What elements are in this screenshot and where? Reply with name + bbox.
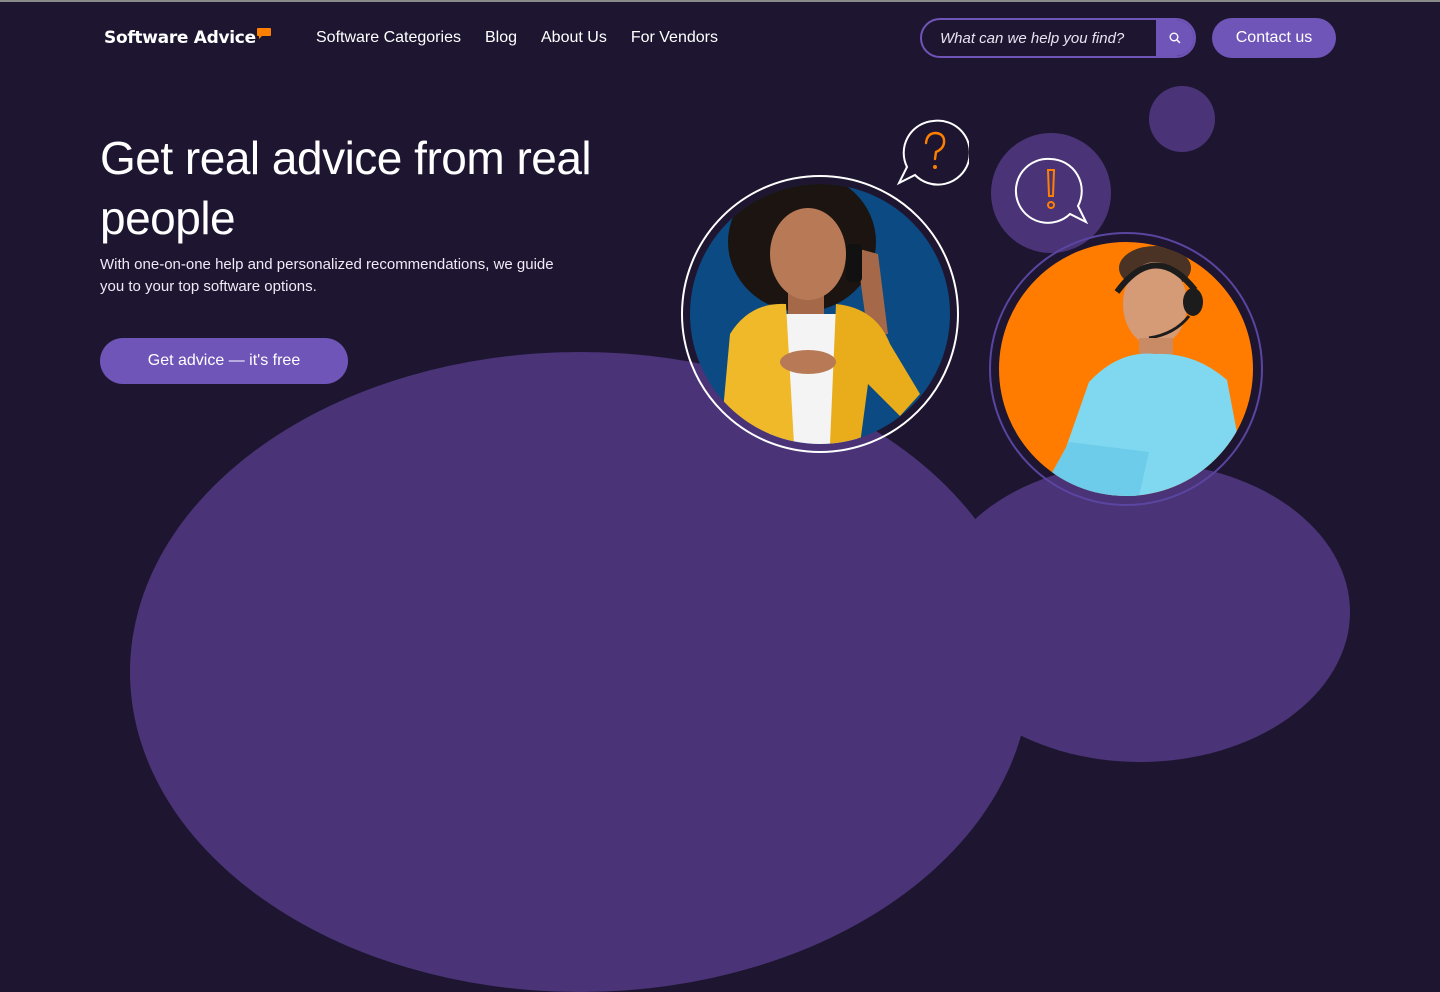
get-advice-button[interactable]: Get advice — it's free — [100, 338, 348, 384]
hero-title: Get real advice from real people — [100, 132, 592, 244]
question-bubble-icon — [896, 119, 969, 186]
nav-about-us[interactable]: About Us — [541, 28, 607, 48]
nav-software-categories[interactable]: Software Categories — [316, 28, 461, 48]
main-nav: Software Categories Blog About Us For Ve… — [316, 28, 742, 48]
search-input[interactable] — [922, 20, 1158, 56]
logo-wordmark: Software Advice — [104, 28, 256, 48]
search-icon — [1169, 32, 1181, 44]
search-bar — [920, 18, 1196, 58]
exclamation-bubble-icon — [1014, 157, 1089, 225]
nav-for-vendors[interactable]: For Vendors — [631, 28, 718, 48]
nav-blog[interactable]: Blog — [485, 28, 517, 48]
hero-subtitle: With one-on-one help and personalized re… — [100, 256, 554, 295]
search-button[interactable] — [1156, 20, 1194, 56]
woman-portrait-image — [690, 184, 950, 444]
background-hill-right — [930, 462, 1350, 762]
contact-us-button[interactable]: Contact us — [1212, 18, 1336, 58]
site-header: Software Advice Software Categories Blog… — [0, 0, 1440, 76]
background-hill-left — [130, 352, 1030, 992]
decorative-dot — [1149, 86, 1215, 152]
man-portrait-image — [999, 242, 1253, 496]
software-advice-logo[interactable]: Software Advice — [104, 26, 271, 50]
logo-speech-bubble-icon — [256, 28, 271, 39]
